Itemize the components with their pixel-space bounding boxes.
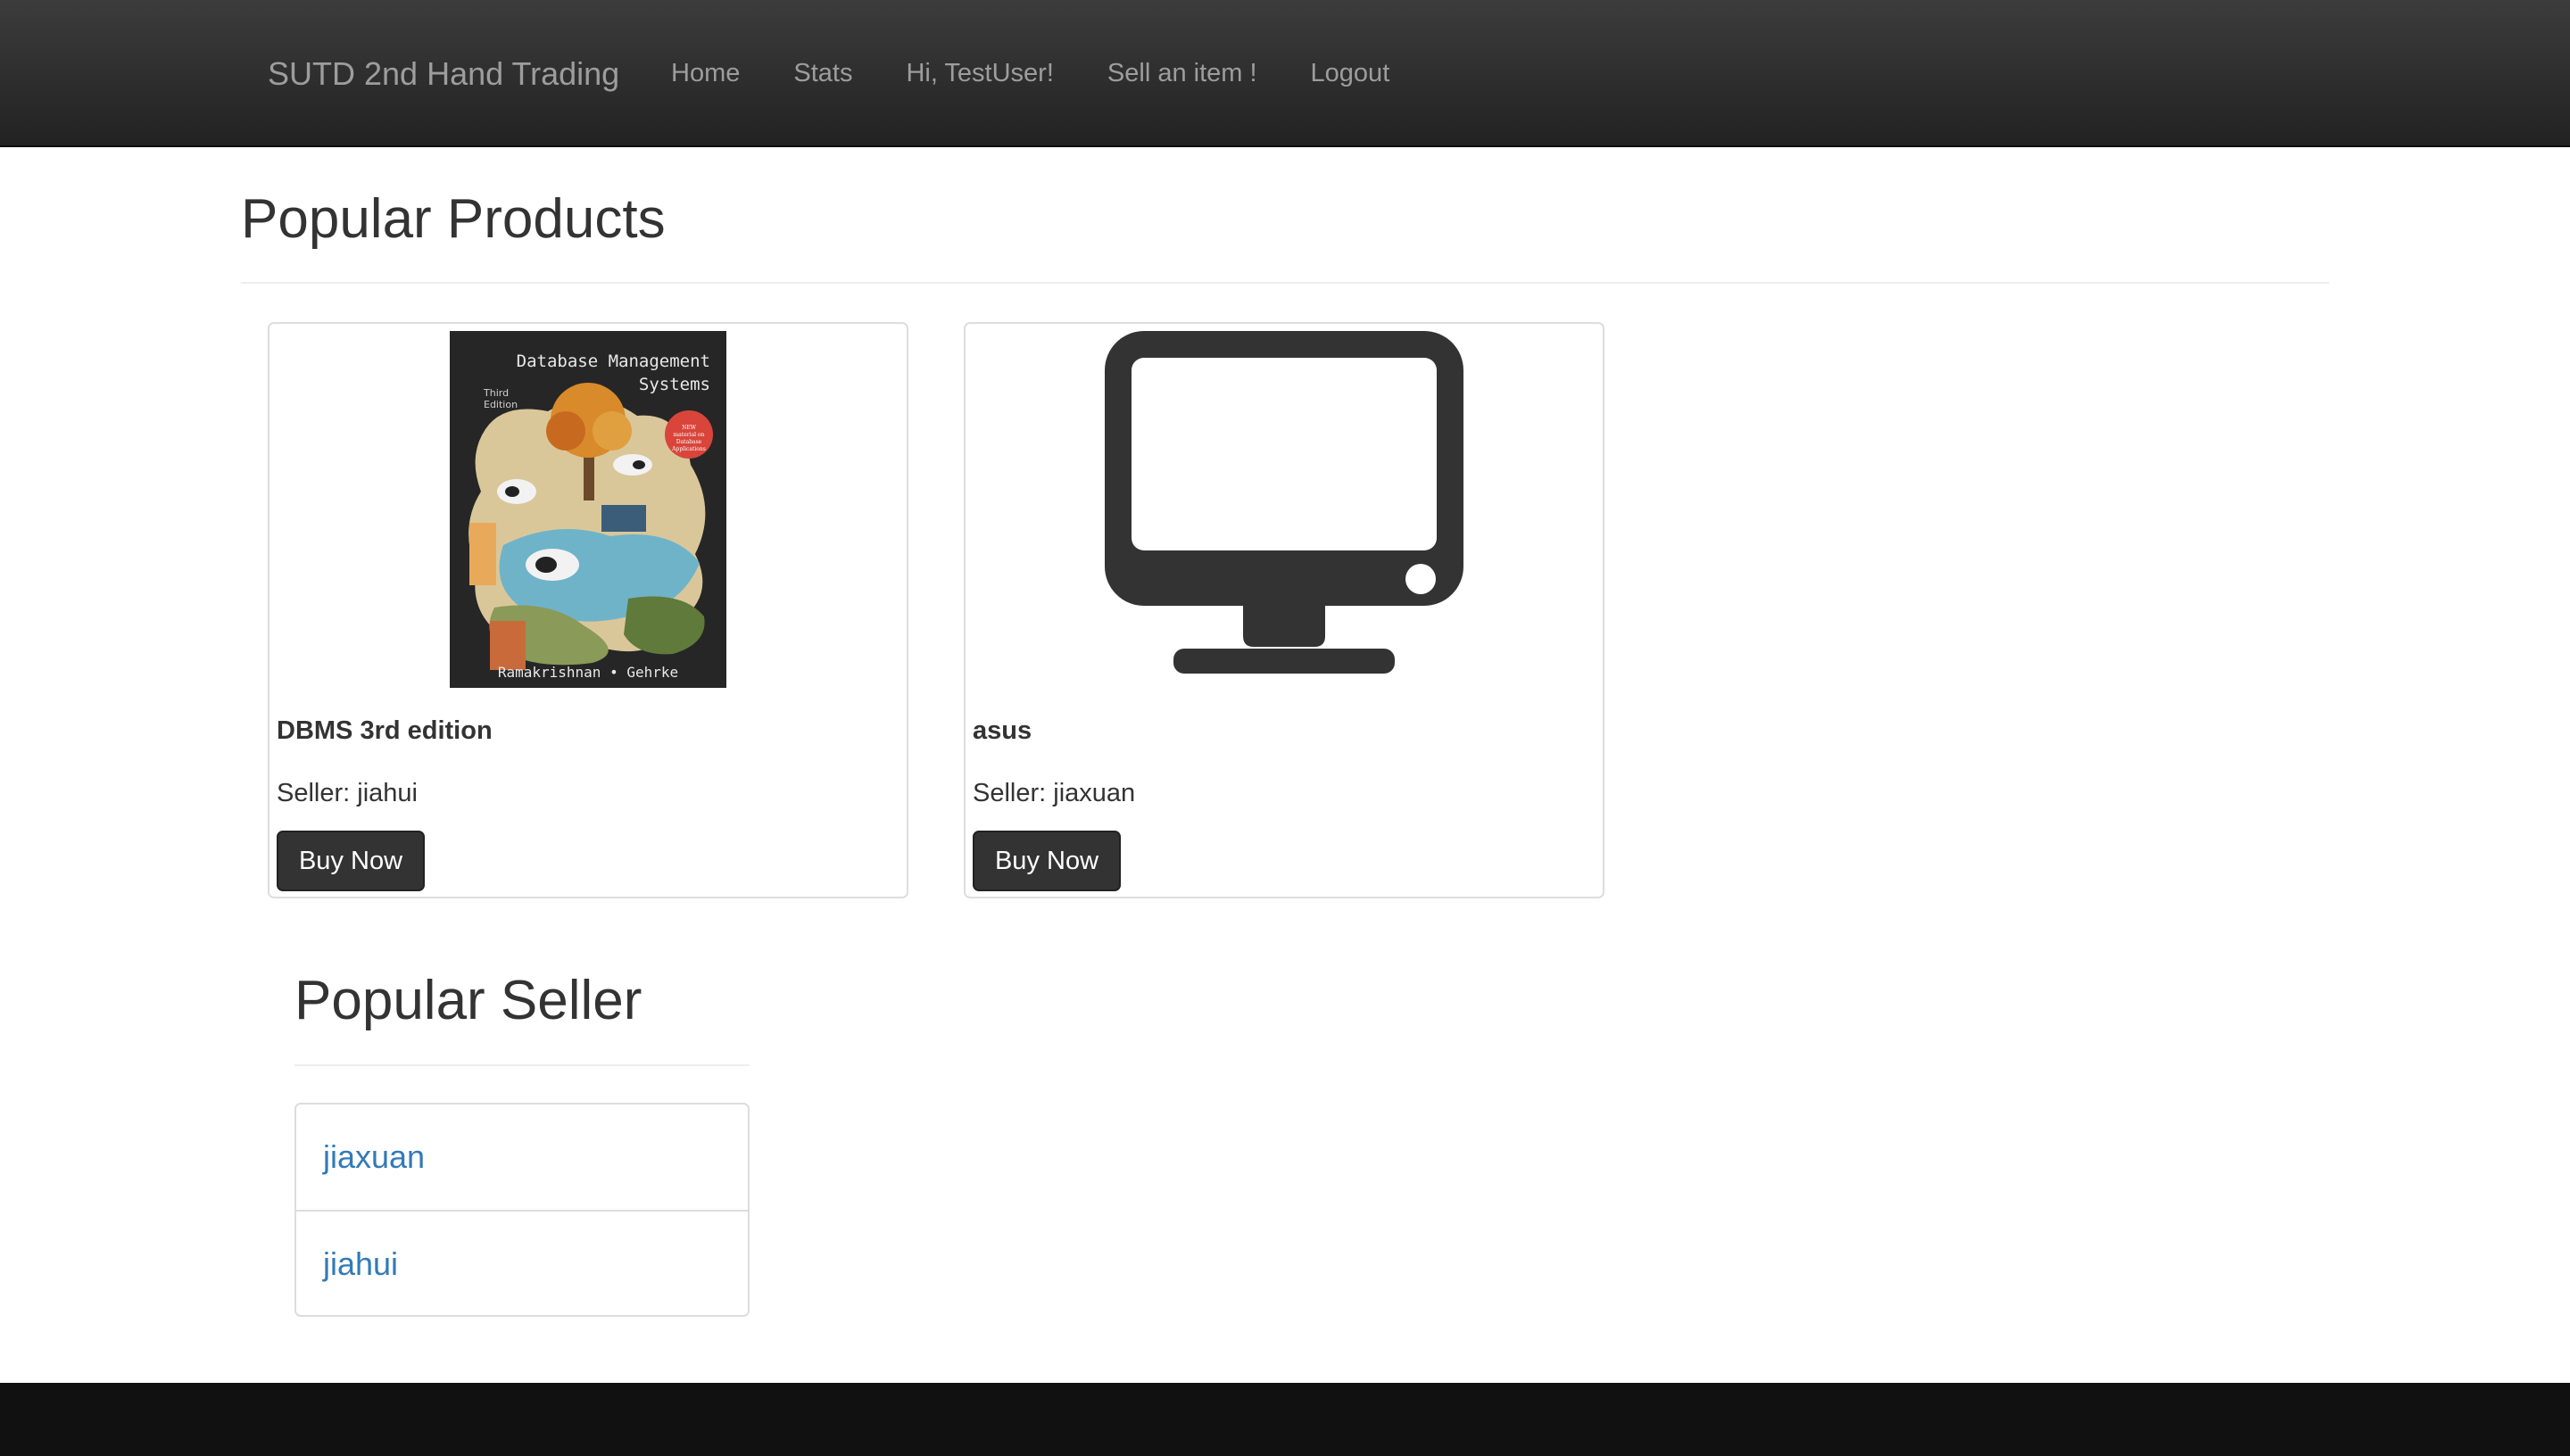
- popular-products-heading: Popular Products: [241, 188, 666, 250]
- svg-text:Database: Database: [676, 439, 702, 445]
- seller-link-jiaxuan[interactable]: jiaxuan: [296, 1104, 748, 1210]
- product-thumbnail[interactable]: [966, 331, 1603, 688]
- nav-home[interactable]: Home: [644, 0, 767, 147]
- footer: [0, 1383, 2570, 1456]
- seller-link-jiahui[interactable]: jiahui: [296, 1210, 748, 1315]
- product-card: asus Seller: jiaxuan Buy Now: [964, 322, 1604, 898]
- buy-now-button[interactable]: Buy Now: [277, 831, 425, 891]
- nav-sell-item[interactable]: Sell an item !: [1081, 0, 1284, 147]
- svg-text:Ramakrishnan • Gehrke: Ramakrishnan • Gehrke: [498, 664, 678, 681]
- seller-list: jiaxuan jiahui: [294, 1103, 750, 1317]
- popular-seller-heading: Popular Seller: [294, 970, 642, 1031]
- product-seller: Seller: jiaxuan: [973, 779, 1136, 807]
- book-cover-image: Database Management Systems Third Editio…: [450, 331, 726, 688]
- product-name: asus: [973, 716, 1032, 745]
- product-thumbnail[interactable]: Database Management Systems Third Editio…: [269, 331, 907, 688]
- nav-logout[interactable]: Logout: [1284, 0, 1417, 147]
- svg-text:Edition: Edition: [484, 399, 518, 410]
- buy-now-button[interactable]: Buy Now: [973, 831, 1121, 891]
- svg-text:NEW: NEW: [682, 425, 697, 431]
- book-cover-title-line1: Database Management: [517, 352, 710, 371]
- nav-links: Home Stats Hi, TestUser! Sell an item ! …: [644, 0, 1416, 147]
- product-card: Database Management Systems Third Editio…: [268, 322, 908, 898]
- svg-text:material on: material on: [674, 432, 705, 438]
- brand-link[interactable]: SUTD 2nd Hand Trading: [268, 0, 619, 147]
- product-name: DBMS 3rd edition: [277, 716, 493, 745]
- nav-stats[interactable]: Stats: [767, 0, 879, 147]
- divider: [241, 282, 2329, 284]
- book-cover-title-line2: Systems: [639, 375, 710, 394]
- monitor-icon: [1105, 331, 1463, 674]
- svg-text:Applications: Applications: [671, 446, 706, 452]
- nav-user-greeting[interactable]: Hi, TestUser!: [879, 0, 1080, 147]
- navbar: SUTD 2nd Hand Trading Home Stats Hi, Tes…: [0, 0, 2570, 147]
- divider: [294, 1064, 750, 1066]
- product-seller: Seller: jiahui: [277, 779, 418, 807]
- svg-text:Third: Third: [483, 387, 509, 399]
